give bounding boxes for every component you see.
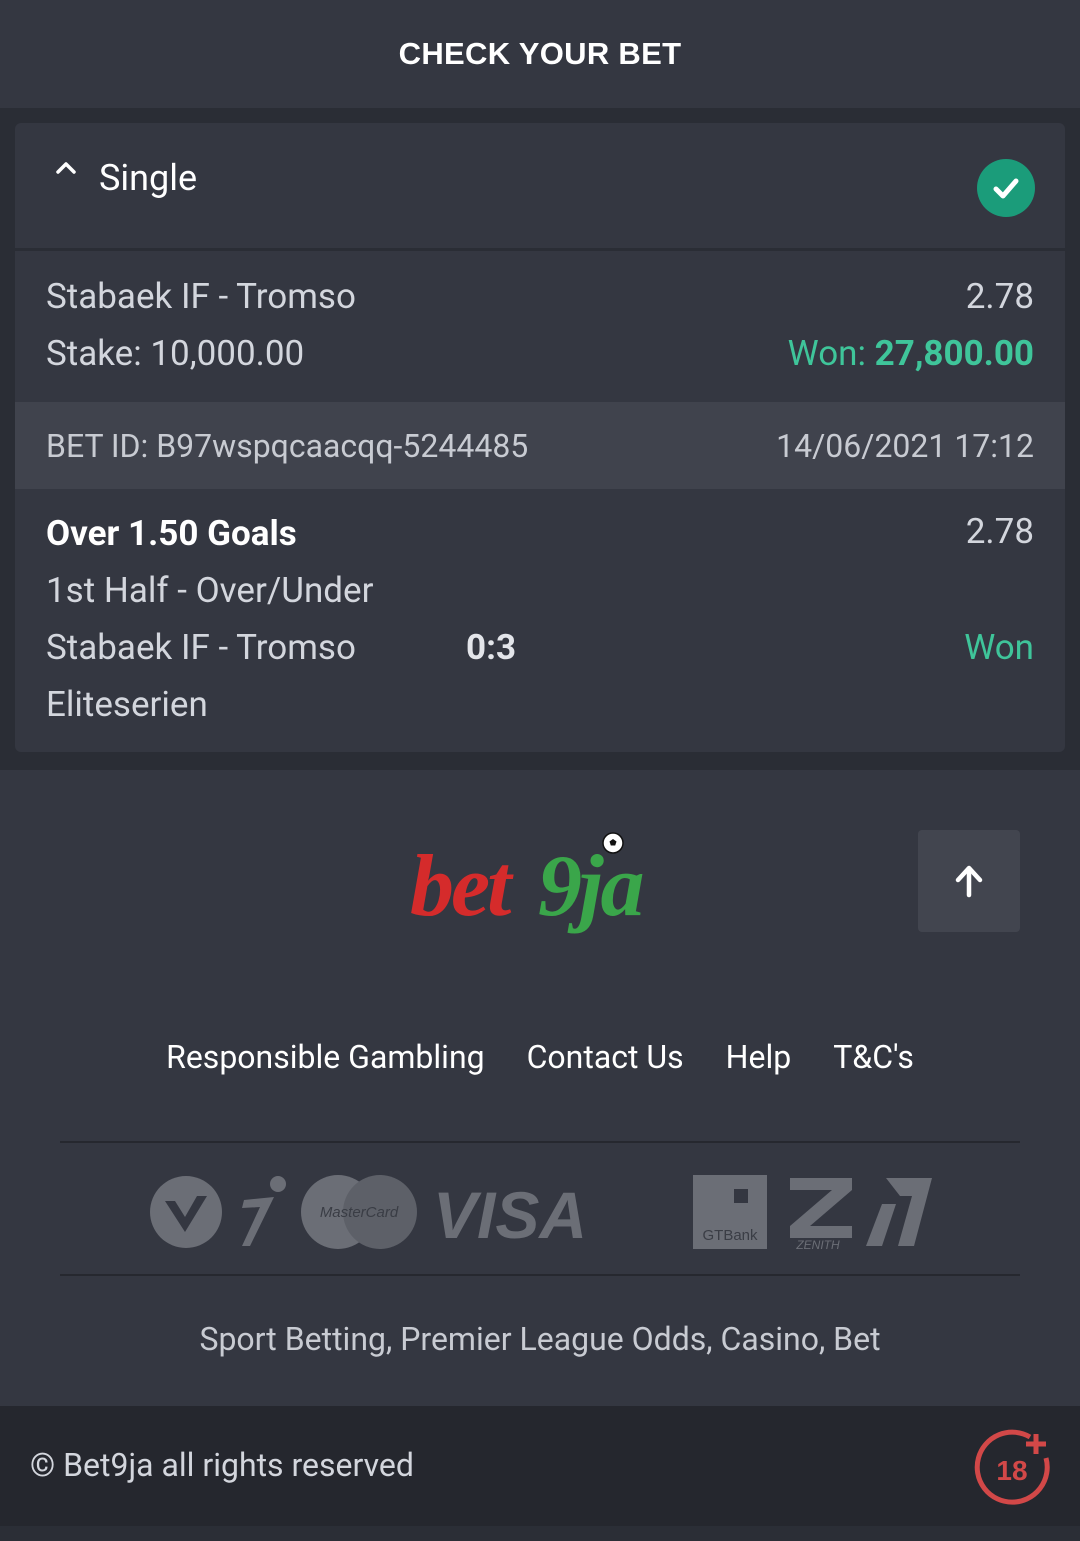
bet-type-label: Single bbox=[99, 157, 198, 199]
mastercard-text: MasterCard bbox=[320, 1204, 399, 1221]
selection-odds: 2.78 bbox=[965, 511, 1034, 552]
bet-match-row: Stabaek IF - Tromso 2.78 bbox=[46, 276, 1034, 317]
selection-status: Won bbox=[964, 627, 1034, 668]
footer-tagline: Sport Betting, Premier League Odds, Casi… bbox=[199, 1320, 881, 1358]
link-contact-us[interactable]: Contact Us bbox=[527, 1038, 684, 1076]
arrow-up-icon bbox=[955, 865, 983, 898]
footer: bet 9ja Responsible Gambling Contact Us … bbox=[0, 770, 1080, 1406]
selection-score: 0:3 bbox=[466, 627, 517, 668]
football-icon bbox=[602, 832, 624, 854]
verve-logo bbox=[150, 1176, 222, 1248]
won-amount: 27,800.00 bbox=[874, 333, 1034, 374]
selection-title: Over 1.50 Goals bbox=[46, 513, 297, 554]
copyright-text: © Bet9ja all rights reserved bbox=[30, 1446, 414, 1484]
bet9ja-logo[interactable]: bet 9ja bbox=[410, 832, 674, 935]
divider bbox=[60, 1141, 1020, 1143]
page-header: CHECK YOUR BET bbox=[0, 0, 1080, 108]
selection-match: Stabaek IF - Tromso bbox=[46, 627, 356, 668]
bet-id: BET ID: B97wspqcaacqq-5244485 bbox=[46, 426, 529, 465]
bet-stake-row: Stake: 10,000.00 Won: 27,800.00 bbox=[46, 333, 1034, 374]
bet-details-section: Single Stabaek IF - Tromso 2.78 Stake: 1… bbox=[0, 108, 1080, 770]
interswitch-logo bbox=[242, 1176, 286, 1246]
scroll-to-top-button[interactable] bbox=[918, 830, 1020, 932]
divider bbox=[60, 1274, 1020, 1276]
chevron-up-icon[interactable] bbox=[55, 157, 77, 179]
gtbank-logo: GTBank bbox=[693, 1175, 767, 1249]
stanbic-logo bbox=[866, 1178, 932, 1246]
mastercard-logo: MasterCard bbox=[301, 1175, 417, 1249]
bottom-spacer bbox=[0, 1526, 1080, 1541]
bet-winnings: Won: 27,800.00 bbox=[788, 333, 1034, 374]
link-responsible-gambling[interactable]: Responsible Gambling bbox=[166, 1038, 484, 1076]
page-title: CHECK YOUR BET bbox=[398, 36, 682, 71]
visa-logo: VISA bbox=[433, 1178, 587, 1250]
visa-text: VISA bbox=[433, 1178, 587, 1250]
bet-match-name: Stabaek IF - Tromso bbox=[46, 276, 356, 317]
bet-id-bar: BET ID: B97wspqcaacqq-5244485 14/06/2021… bbox=[15, 402, 1065, 489]
bet-type-header[interactable]: Single bbox=[15, 123, 1065, 251]
gtbank-text: GTBank bbox=[702, 1227, 758, 1244]
bet-total-odds: 2.78 bbox=[965, 276, 1034, 317]
check-icon bbox=[977, 159, 1035, 217]
copyright-bar: © Bet9ja all rights reserved 18 bbox=[0, 1406, 1080, 1526]
logo-text-bet: bet bbox=[410, 838, 512, 935]
age-badge-text: 18 bbox=[996, 1455, 1027, 1486]
bet-datetime: 14/06/2021 17:12 bbox=[776, 426, 1034, 465]
footer-links: Responsible Gambling Contact Us Help T&C… bbox=[0, 1038, 1080, 1076]
link-terms[interactable]: T&C's bbox=[833, 1038, 914, 1076]
won-label: Won: bbox=[787, 333, 866, 374]
selection-market: 1st Half - Over/Under bbox=[46, 570, 374, 611]
zenith-text: ZENITH bbox=[795, 1238, 840, 1250]
bet-stake: Stake: 10,000.00 bbox=[46, 333, 305, 374]
zenith-logo: ZENITH bbox=[790, 1178, 852, 1250]
bet-card: Single Stabaek IF - Tromso 2.78 Stake: 1… bbox=[15, 123, 1065, 752]
selection-league: Eliteserien bbox=[46, 684, 208, 725]
logo-text-9ja: 9ja bbox=[538, 838, 644, 935]
age-18-plus-icon: 18 bbox=[974, 1429, 1050, 1505]
link-help[interactable]: Help bbox=[726, 1038, 792, 1076]
